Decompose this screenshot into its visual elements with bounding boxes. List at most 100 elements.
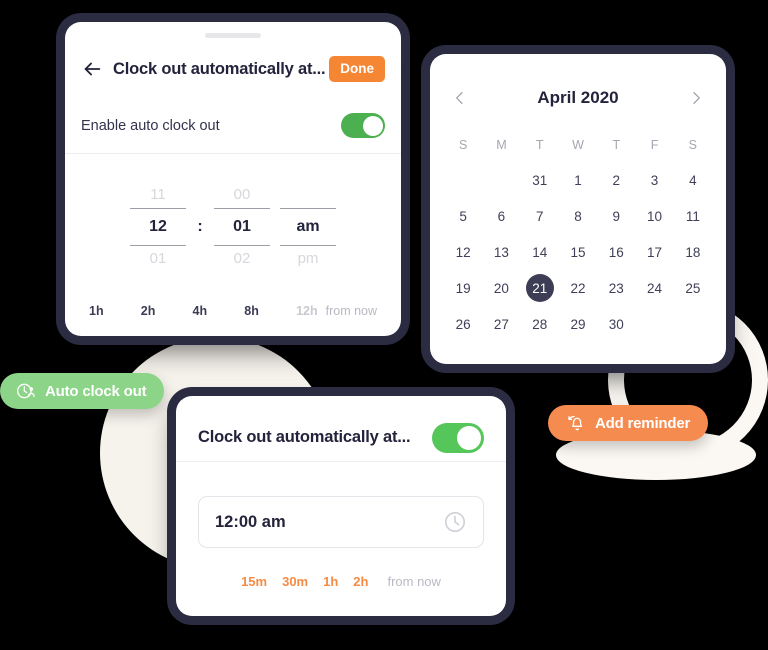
auto-clock-out-badge-label: Auto clock out — [45, 382, 147, 400]
calendar-day[interactable]: 28 — [521, 306, 559, 342]
arrow-left-icon[interactable] — [81, 58, 103, 80]
calendar-day[interactable]: 9 — [597, 198, 635, 234]
calendar-day[interactable]: 30 — [597, 306, 635, 342]
calendar-day[interactable]: 3 — [635, 162, 673, 198]
hour-wheel[interactable]: 11 12 01 — [130, 182, 186, 272]
calendar-day[interactable]: 1 — [559, 162, 597, 198]
calendar-day-label: 28 — [532, 316, 548, 332]
calendar-day-label: 12 — [455, 244, 471, 260]
compact-auto-clock-out-card: Clock out automatically at... 12:00 am 1… — [176, 396, 506, 616]
toggle-knob — [362, 115, 383, 136]
quick-option-2h[interactable]: 2h — [141, 304, 156, 318]
quick-option-30m[interactable]: 30m — [282, 574, 308, 589]
add-reminder-badge[interactable]: Add reminder — [548, 405, 709, 441]
calendar-day[interactable]: 17 — [635, 234, 673, 270]
calendar-day[interactable]: 14 — [521, 234, 559, 270]
calendar-day-label: 14 — [532, 244, 548, 260]
calendar-day-label: 23 — [608, 280, 624, 296]
calendar-day-grid: 31 1 2 3 4 5 6 7 8 9 10 11 12 13 14 15 16 17 18 19 20 21 22 23 2… — [444, 162, 712, 342]
enable-auto-clock-out-row: Enable auto clock out — [65, 98, 401, 154]
calendar-day[interactable]: 11 — [674, 198, 712, 234]
calendar-day[interactable]: 24 — [635, 270, 673, 306]
time-wheel-picker: 11 12 01 : 00 01 02 am pm — [65, 162, 401, 292]
calendar-day[interactable]: 18 — [674, 234, 712, 270]
chevron-right-icon[interactable] — [688, 90, 704, 106]
calendar-weekday: S — [458, 138, 468, 152]
calendar-weekday: W — [572, 138, 584, 152]
page-title: Clock out automatically at... — [113, 59, 326, 78]
quick-suffix-label: from now — [325, 304, 378, 318]
sheet-drag-handle[interactable] — [205, 33, 261, 38]
calendar-day[interactable]: 22 — [559, 270, 597, 306]
quick-option-15m[interactable]: 15m — [241, 574, 267, 589]
calendar-day[interactable]: 19 — [444, 270, 482, 306]
calendar-day-label: 24 — [647, 280, 663, 296]
enable-auto-clock-out-label: Enable auto clock out — [81, 117, 220, 134]
calendar-weekday: F — [650, 138, 659, 152]
quick-option-8h[interactable]: 8h — [244, 304, 259, 318]
hour-prev-value: 11 — [150, 186, 166, 203]
minute-prev-value: 00 — [233, 186, 251, 203]
calendar-day[interactable]: 6 — [482, 198, 520, 234]
calendar-day-label: 15 — [570, 244, 586, 260]
calendar-day[interactable]: 23 — [597, 270, 635, 306]
chevron-left-icon[interactable] — [452, 90, 468, 106]
calendar-day-label: 3 — [650, 172, 659, 188]
calendar-day[interactable]: 29 — [559, 306, 597, 342]
bell-icon — [568, 415, 582, 431]
clock-icon[interactable] — [443, 510, 467, 534]
calendar-day-label: 27 — [493, 316, 509, 332]
calendar-day-label: 1 — [574, 172, 582, 188]
auto-clock-out-sheet: Clock out automatically at... Done Enabl… — [65, 22, 401, 336]
compact-auto-clock-out-toggle[interactable] — [432, 422, 484, 453]
clock-person-icon — [17, 383, 35, 399]
calendar-day-label: 6 — [497, 208, 506, 224]
calendar-day-label: 31 — [532, 172, 548, 188]
done-button[interactable]: Done — [329, 56, 385, 82]
calendar-day-label: 7 — [535, 208, 544, 224]
quick-option-12h[interactable]: 12h — [296, 304, 318, 318]
compact-card-title: Clock out automatically at... — [198, 428, 411, 446]
calendar-day-label: 4 — [689, 172, 697, 188]
calendar-day[interactable]: 26 — [444, 306, 482, 342]
calendar-day[interactable]: 10 — [635, 198, 673, 234]
calendar-day-label: 19 — [455, 280, 471, 296]
hour-next-value: 01 — [149, 250, 167, 267]
calendar-day[interactable]: 13 — [482, 234, 520, 270]
screenshot-stage: Clock out automatically at... Done Enabl… — [0, 0, 768, 650]
quick-option-4h[interactable]: 4h — [193, 304, 208, 318]
calendar-day-empty — [635, 306, 673, 342]
calendar-day[interactable]: 27 — [482, 306, 520, 342]
calendar-day[interactable]: 2 — [597, 162, 635, 198]
calendar-day[interactable]: 8 — [559, 198, 597, 234]
add-reminder-badge-label: Add reminder — [595, 414, 691, 432]
quick-option-1h[interactable]: 1h — [323, 574, 338, 589]
minute-next-value: 02 — [233, 250, 251, 267]
sheet-header: Clock out automatically at... Done — [65, 46, 401, 92]
quick-option-1h[interactable]: 1h — [89, 304, 104, 318]
calendar-day[interactable]: 20 — [482, 270, 520, 306]
calendar-day-label: 20 — [493, 280, 509, 296]
calendar-weekday: T — [612, 138, 621, 152]
meridiem-wheel[interactable]: am pm — [280, 182, 336, 272]
enable-auto-clock-out-toggle[interactable] — [341, 113, 385, 138]
calendar-day[interactable]: 31 — [521, 162, 559, 198]
calendar-day[interactable]: 16 — [597, 234, 635, 270]
time-input-field[interactable]: 12:00 am — [198, 496, 484, 548]
calendar-day[interactable]: 4 — [674, 162, 712, 198]
quick-option-2h[interactable]: 2h — [353, 574, 368, 589]
meridiem-current-value: am — [296, 218, 320, 235]
calendar-day-empty — [674, 306, 712, 342]
calendar-day[interactable]: 15 — [559, 234, 597, 270]
calendar-day[interactable]: 25 — [674, 270, 712, 306]
calendar-day[interactable]: 5 — [444, 198, 482, 234]
calendar-day-label: 16 — [608, 244, 624, 260]
calendar-day-selected[interactable]: 21 — [521, 270, 559, 306]
calendar-day[interactable]: 12 — [444, 234, 482, 270]
auto-clock-out-badge[interactable]: Auto clock out — [0, 373, 165, 409]
calendar-weekday: S — [688, 138, 698, 152]
minute-current-value: 01 — [233, 218, 251, 235]
calendar-day-label: 5 — [459, 208, 467, 224]
minute-wheel[interactable]: 00 01 02 — [214, 182, 270, 272]
calendar-day[interactable]: 7 — [521, 198, 559, 234]
